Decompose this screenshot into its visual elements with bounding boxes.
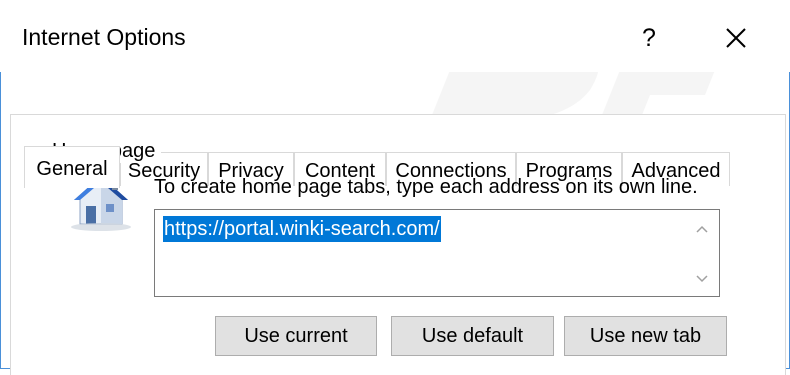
title-bar: Internet Options ? bbox=[0, 0, 790, 72]
use-current-button[interactable]: Use current bbox=[215, 316, 377, 356]
chevron-down-icon[interactable] bbox=[695, 274, 709, 284]
tab-general[interactable]: General bbox=[24, 146, 120, 188]
group-divider bbox=[164, 152, 730, 153]
home-page-address-value: https://portal.winki-search.com/ bbox=[163, 216, 441, 242]
close-icon bbox=[726, 28, 746, 48]
close-button[interactable] bbox=[716, 18, 756, 58]
chevron-up-icon[interactable] bbox=[695, 224, 709, 234]
window-title: Internet Options bbox=[22, 24, 186, 50]
help-button[interactable]: ? bbox=[634, 20, 664, 56]
use-default-button[interactable]: Use default bbox=[391, 316, 554, 356]
use-new-tab-button[interactable]: Use new tab bbox=[564, 316, 727, 356]
home-page-address-field[interactable]: https://portal.winki-search.com/ bbox=[154, 209, 720, 297]
home-page-instruction: To create home page tabs, type each addr… bbox=[154, 176, 698, 198]
tab-strip: General Security Privacy Content Connect… bbox=[0, 72, 790, 188]
